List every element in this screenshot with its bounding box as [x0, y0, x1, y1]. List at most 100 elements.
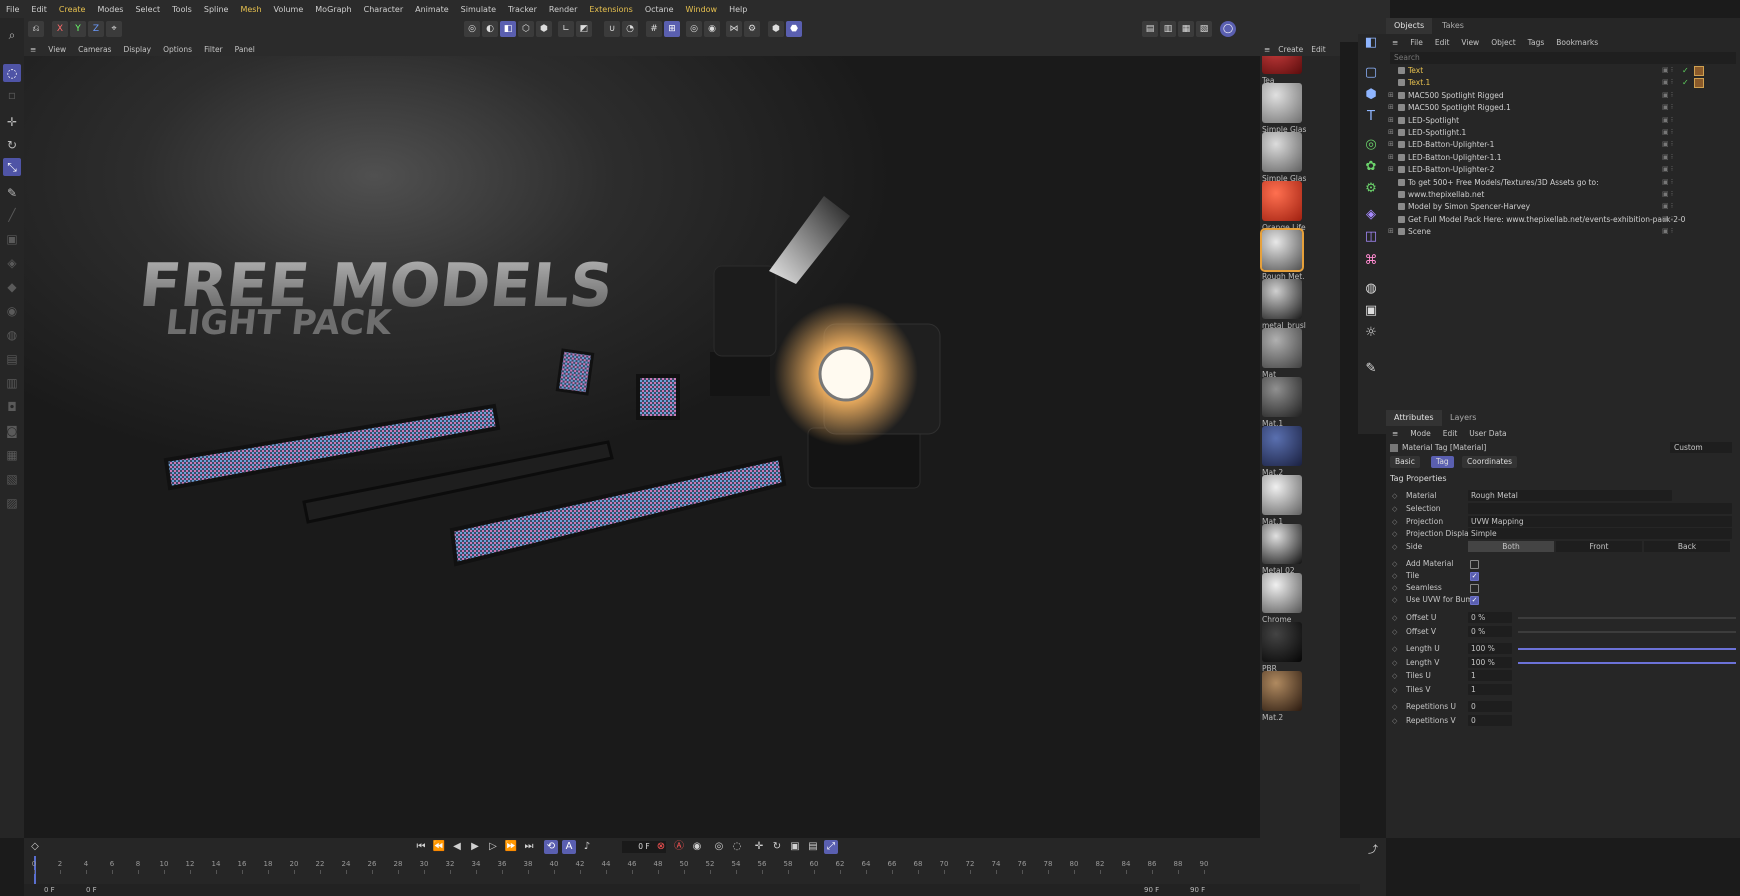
next-key-icon[interactable]: ⏩	[504, 840, 518, 854]
record-icon[interactable]: ⊗	[654, 840, 668, 854]
object-row[interactable]: ⊞ MAC500 Spotlight Rigged.1 ▣ ⁝	[1386, 101, 1740, 114]
grid-icon[interactable]: #	[646, 21, 662, 37]
checkbox[interactable]	[1470, 584, 1479, 593]
cube-icon[interactable]: ⬢	[1362, 86, 1380, 104]
menu-render[interactable]: Render	[543, 5, 583, 14]
rotate-key-icon[interactable]: ↻	[770, 840, 784, 854]
range-end-field[interactable]: 90 F	[1190, 884, 1205, 896]
workplane-toggle-icon[interactable]: ∟	[558, 21, 574, 37]
playback-rate-icon[interactable]: A	[562, 840, 576, 854]
keyframe-diamond-icon[interactable]: ◇	[1392, 684, 1397, 696]
symmetry-icon[interactable]: ⋈	[726, 21, 742, 37]
menu-character[interactable]: Character	[358, 5, 410, 14]
material-swatch[interactable]: Chrome	[1262, 573, 1338, 624]
material-hamburger-icon[interactable]: ≡	[1260, 45, 1274, 54]
objects-menu-object[interactable]: Object	[1485, 38, 1521, 47]
keyframe-diamond-icon[interactable]: ◇	[1392, 643, 1397, 655]
select-object-icon[interactable]: ◐	[482, 21, 498, 37]
tab-takes[interactable]: Takes	[1434, 18, 1472, 34]
quantize-icon[interactable]: ◔	[622, 21, 638, 37]
undo-view-icon[interactable]: ⎌	[28, 21, 44, 37]
z-axis-toggle[interactable]: Z	[88, 21, 104, 37]
attributes-menu-mode[interactable]: Mode	[1404, 429, 1436, 438]
material-swatch[interactable]: Mat	[1262, 328, 1338, 379]
expand-icon[interactable]: ⊞	[1388, 101, 1394, 114]
value-slider[interactable]	[1518, 648, 1736, 650]
workplane-icon[interactable]: ◘	[3, 398, 21, 416]
keyframe-diamond-icon[interactable]: ◇	[1392, 715, 1397, 727]
material-swatch[interactable]: Mat.2	[1262, 426, 1338, 477]
object-mode-icon[interactable]: ⬡	[518, 21, 534, 37]
light-icon[interactable]: ☼	[1362, 324, 1380, 342]
menu-modes[interactable]: Modes	[91, 5, 129, 14]
scale-key-icon[interactable]: ◌	[730, 840, 744, 854]
menu-spline[interactable]: Spline	[198, 5, 235, 14]
tab-attributes[interactable]: Attributes	[1386, 410, 1442, 426]
subtab-basic[interactable]: Basic	[1390, 456, 1420, 468]
menu-tools[interactable]: Tools	[166, 5, 198, 14]
keyframe-diamond-icon[interactable]: ◇	[28, 840, 42, 854]
subtab-tag[interactable]: Tag	[1431, 456, 1454, 468]
keyframe-diamond-icon[interactable]: ◇	[1392, 490, 1397, 502]
viewport-hamburger-icon[interactable]: ≡	[24, 45, 42, 54]
layout-icon[interactable]: ◯	[1220, 21, 1236, 37]
next-frame-icon[interactable]: ▷	[486, 840, 500, 854]
enabled-check-icon[interactable]: ✓	[1682, 64, 1689, 77]
objects-menu-view[interactable]: View	[1455, 38, 1485, 47]
value-slider[interactable]	[1518, 617, 1736, 619]
pla-key-icon[interactable]: ▤	[806, 840, 820, 854]
mograph-icon[interactable]: ⌘	[1362, 252, 1380, 270]
checkbox[interactable]	[1470, 560, 1479, 569]
viewport-menu-display[interactable]: Display	[117, 45, 157, 54]
edges-mode-icon[interactable]: ◈	[3, 254, 21, 272]
play-icon[interactable]: ▶	[468, 840, 482, 854]
loop-icon[interactable]: ⟲	[544, 840, 558, 854]
lock-icon[interactable]: ◉	[704, 21, 720, 37]
objects-menu-tags[interactable]: Tags	[1522, 38, 1551, 47]
object-row[interactable]: ⊞ LED-Batton-Uplighter-1 ▣ ⁝	[1386, 138, 1740, 151]
render-active-icon[interactable]: ⬣	[786, 21, 802, 37]
viewport-menu-filter[interactable]: Filter	[198, 45, 229, 54]
numeric-field[interactable]: 0	[1468, 701, 1512, 712]
objects-menu-bookmarks[interactable]: Bookmarks	[1550, 38, 1604, 47]
keyframe-diamond-icon[interactable]: ◇	[1392, 541, 1397, 553]
cube-mode-icon[interactable]: ◧	[500, 21, 516, 37]
expand-icon[interactable]: ⊞	[1388, 225, 1394, 238]
objects-hamburger-icon[interactable]: ≡	[1386, 38, 1404, 47]
expand-icon[interactable]: ⊞	[1388, 126, 1394, 139]
object-row[interactable]: ⊞ LED-Batton-Uplighter-1.1 ▣ ⁝	[1386, 151, 1740, 164]
visibility-flags-icon[interactable]: ▣ ⁝	[1662, 225, 1682, 238]
visibility-flags-icon[interactable]: ▣ ⁝	[1662, 200, 1682, 213]
camera-icon[interactable]: ▣	[1362, 302, 1380, 320]
x-axis-toggle[interactable]: X	[52, 21, 68, 37]
move-key-icon[interactable]: ✛	[752, 840, 766, 854]
visibility-flags-icon[interactable]: ▣ ⁝	[1662, 101, 1682, 114]
visibility-flags-icon[interactable]: ▣ ⁝	[1662, 64, 1682, 77]
object-row[interactable]: www.thepixellab.net ▣ ⁝	[1386, 188, 1740, 201]
objects-menu-file[interactable]: File	[1404, 38, 1429, 47]
subtab-coordinates[interactable]: Coordinates	[1462, 456, 1518, 468]
bevel-icon[interactable]: ▧	[3, 470, 21, 488]
points-mode-icon[interactable]: ▣	[3, 230, 21, 248]
visibility-flags-icon[interactable]: ▣ ⁝	[1662, 213, 1682, 226]
pen-icon[interactable]: ✎	[3, 184, 21, 202]
viewport-menu-options[interactable]: Options	[157, 45, 198, 54]
environment-icon[interactable]: ◍	[1362, 280, 1380, 298]
object-row[interactable]: Model by Simon Spencer-Harvey ▣ ⁝	[1386, 200, 1740, 213]
tag-tool-icon[interactable]: ✎	[1362, 360, 1380, 378]
enabled-check-icon[interactable]: ✓	[1682, 76, 1689, 89]
deformer-icon[interactable]: ◈	[1362, 206, 1380, 224]
brush-icon[interactable]: ╱	[3, 206, 21, 224]
model-mode-icon[interactable]: ◉	[3, 302, 21, 320]
axis-mode-icon[interactable]: ▤	[3, 350, 21, 368]
viewport[interactable]: FREE MODELS LIGHT PACK	[24, 56, 1260, 838]
range-max-field[interactable]: 90 F	[1144, 884, 1159, 896]
snap-mode-icon[interactable]: ▥	[3, 374, 21, 392]
select-model-icon[interactable]: ◎	[464, 21, 480, 37]
spline-icon[interactable]: ▢	[1362, 64, 1380, 82]
numeric-field[interactable]: 0	[1468, 715, 1512, 726]
range-start-field[interactable]: 0 F	[44, 884, 55, 896]
fcurve-icon[interactable]: ⤴	[1366, 844, 1380, 858]
viewport-menu-cameras[interactable]: Cameras	[72, 45, 117, 54]
keyframe-diamond-icon[interactable]: ◇	[1392, 528, 1397, 540]
